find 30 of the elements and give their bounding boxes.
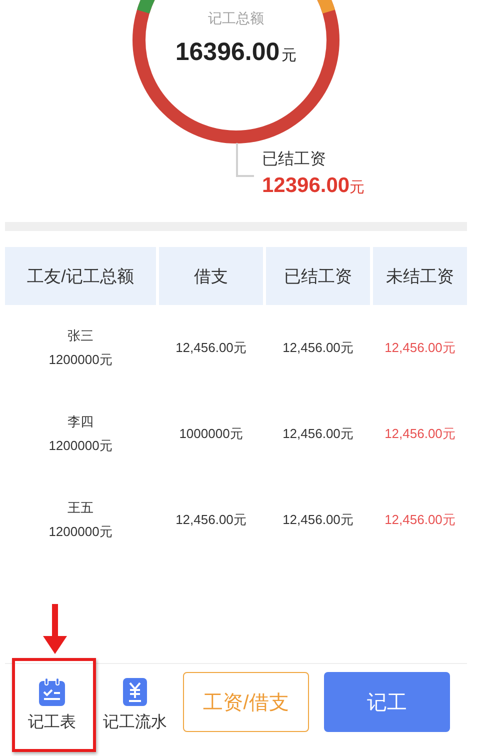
table-cell-text: 12,456.00元 <box>282 511 354 529</box>
yuan-icon <box>123 678 147 706</box>
table-cell-text: 12,456.00元 <box>384 511 456 529</box>
worker-total: 1200000元 <box>48 437 112 455</box>
legend-label: 已结工资 <box>262 150 327 170</box>
column-header: 未结工资 <box>373 247 467 305</box>
table-cell-text: 12,456.00元 <box>174 339 248 357</box>
record-button[interactable]: 记工 <box>324 672 450 732</box>
table-cell-text: 12,456.00元 <box>282 339 354 357</box>
table-cell-text: 1000000元 <box>178 425 244 443</box>
worker-name: 李四 <box>68 413 94 431</box>
table-cell-text: 12,456.00元 <box>174 511 248 529</box>
worker-name: 张三 <box>68 327 94 345</box>
arrow-icon <box>43 604 67 654</box>
table-cell-text: 12,456.00元 <box>282 425 354 443</box>
column-header: 工友/记工总额 <box>5 247 156 305</box>
column-header: 借支 <box>159 247 263 305</box>
calendar-icon <box>39 678 65 706</box>
worker-total: 1200000元 <box>48 351 112 369</box>
worker-name: 王五 <box>68 499 94 517</box>
total-amount: 16396.00元 <box>175 38 297 67</box>
table-cell-text: 12,456.00元 <box>384 425 456 443</box>
total-label: 记工总额 <box>207 10 265 28</box>
table-cell-text: 12,456.00元 <box>384 339 456 357</box>
legend-amount: 12396.00元 <box>262 174 365 198</box>
worker-total: 1200000元 <box>48 523 112 541</box>
column-header: 已结工资 <box>266 247 370 305</box>
leader-line <box>236 143 254 177</box>
nav-tab[interactable]: 记工流水 <box>99 672 171 739</box>
nav-tab[interactable]: 记工表 <box>13 672 91 739</box>
